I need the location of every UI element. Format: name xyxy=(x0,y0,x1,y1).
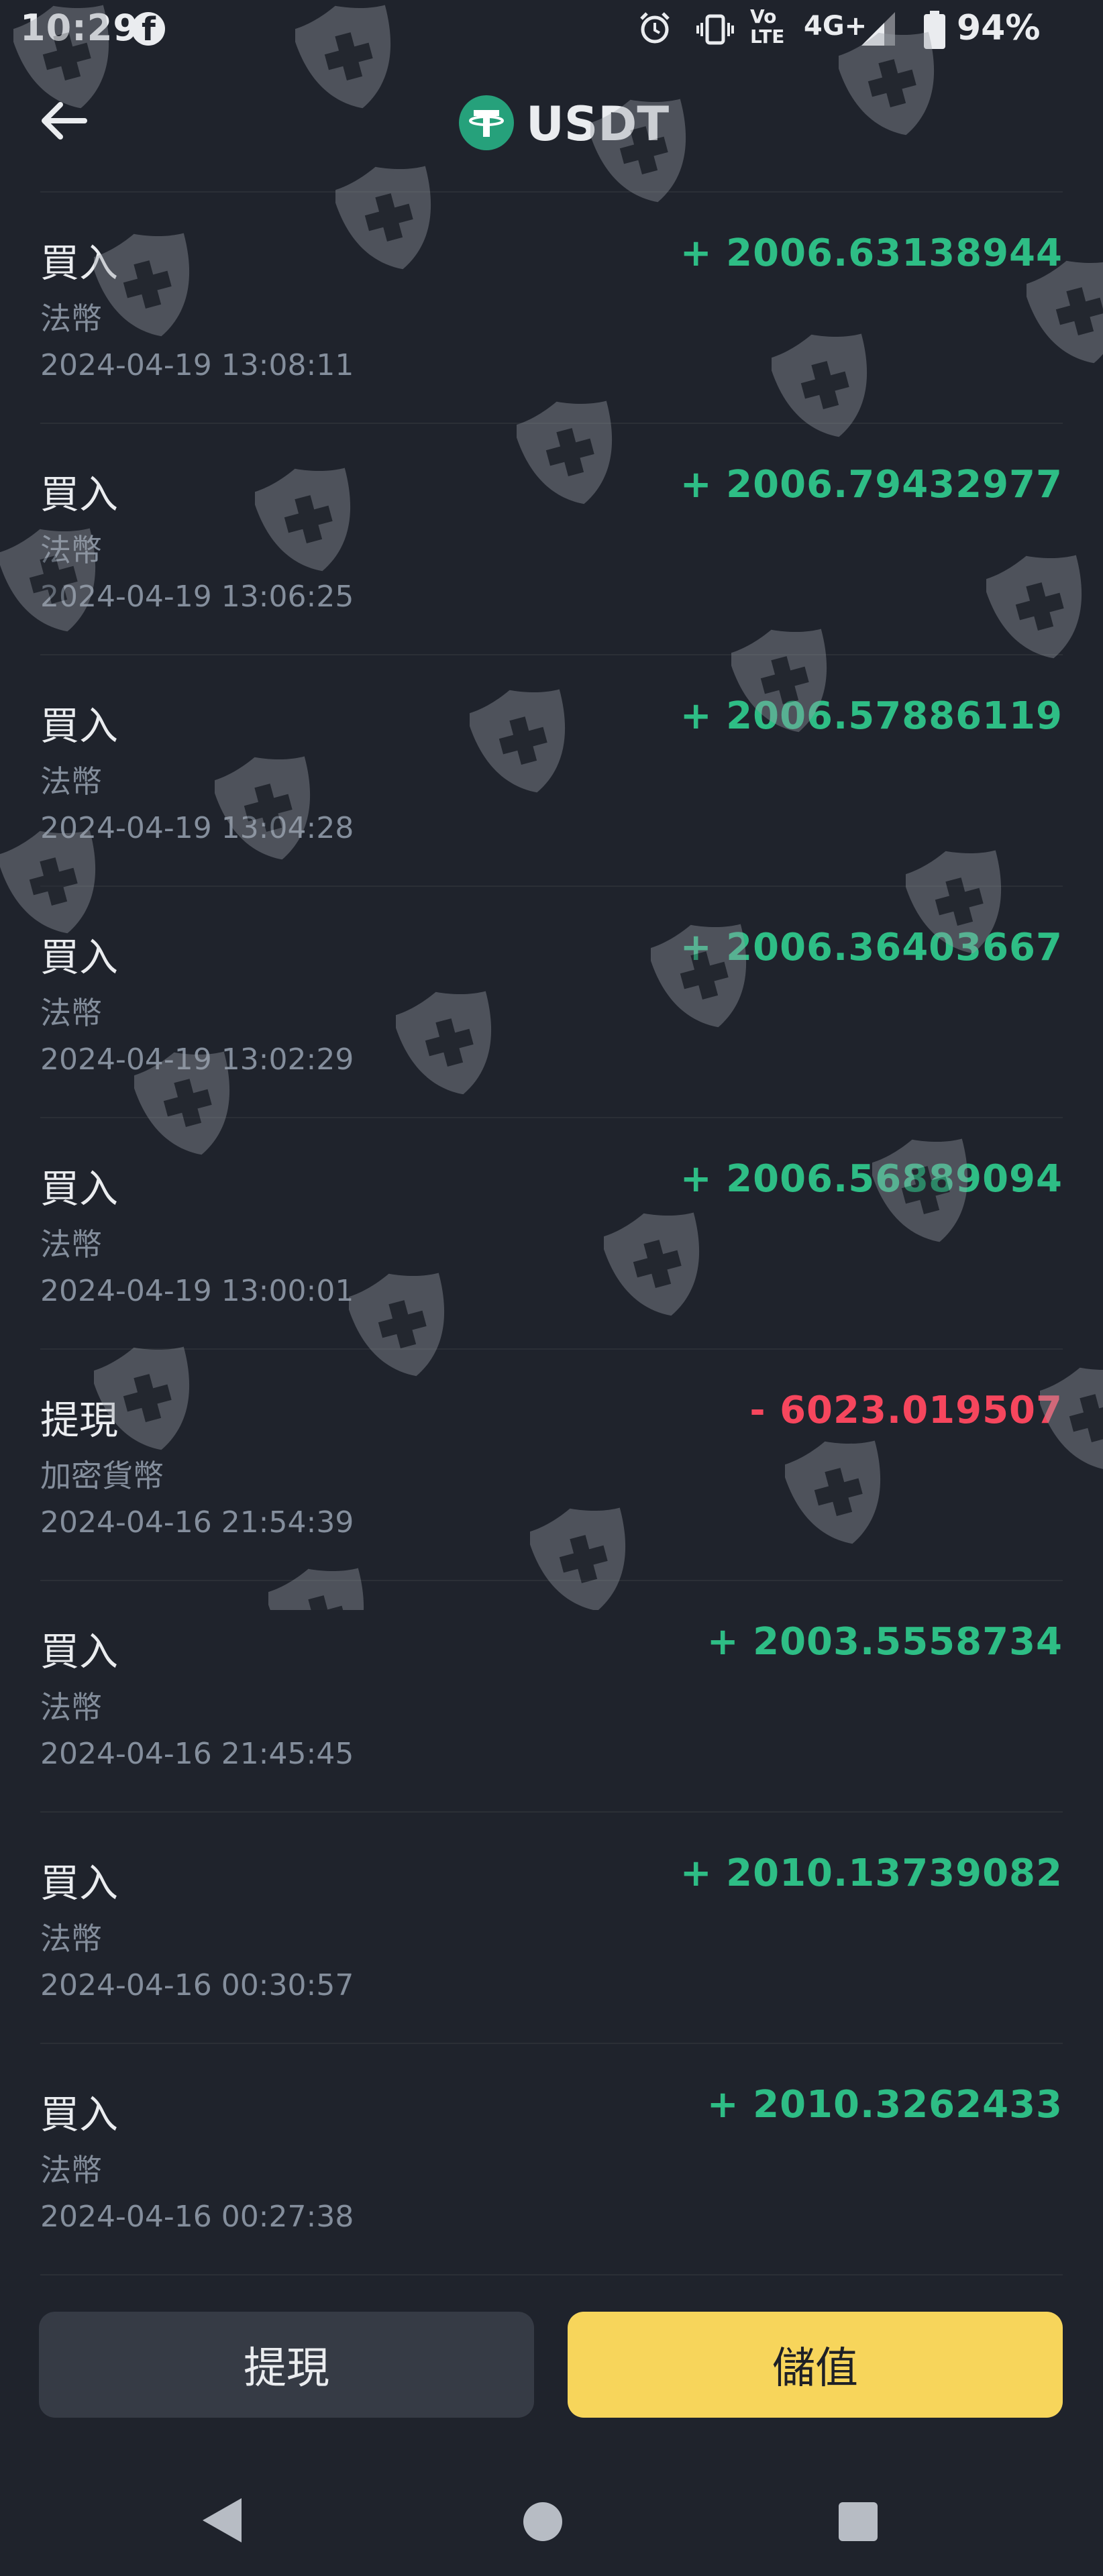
transaction-type: 買入 xyxy=(40,703,119,749)
transaction-amount: + 2006.79432977 xyxy=(680,463,1063,506)
alarm-icon xyxy=(640,12,670,44)
signal-icon xyxy=(861,12,895,46)
transaction-row[interactable]: 買入法幣 2024-04-19 13:06:25 + 2006.79432977 xyxy=(40,423,1063,654)
transaction-category: 法幣 xyxy=(40,1921,102,1957)
transaction-category: 加密貨幣 xyxy=(40,1458,164,1494)
transaction-row[interactable]: 買入法幣 2024-04-16 21:45:45 + 2003.5558734 xyxy=(40,1580,1063,1811)
transaction-row[interactable]: 買入法幣 2024-04-16 00:27:38 + 2010.3262433 xyxy=(40,2043,1063,2274)
transaction-amount: - 6023.019507 xyxy=(749,1389,1063,1432)
tether-icon xyxy=(459,95,514,150)
transaction-time: 2024-04-19 13:00:01 xyxy=(40,1274,354,1308)
transaction-type: 買入 xyxy=(40,934,119,980)
transaction-category: 法幣 xyxy=(40,532,102,568)
transaction-row[interactable]: 買入法幣 2024-04-19 13:08:11 + 2006.63138944 xyxy=(40,191,1063,423)
volte-indicator: Vo LTE xyxy=(750,7,784,47)
transaction-type: 買入 xyxy=(40,240,119,286)
transaction-type: 買入 xyxy=(40,1166,119,1212)
withdraw-button[interactable]: 提現 xyxy=(39,2312,534,2418)
volte-bottom: LTE xyxy=(750,25,785,48)
app-header: USDT xyxy=(0,74,1103,174)
back-arrow-icon[interactable] xyxy=(40,101,87,141)
transaction-time: 2024-04-16 00:27:38 xyxy=(40,2200,354,2234)
transaction-amount: + 2010.13739082 xyxy=(680,1851,1063,1895)
transaction-time: 2024-04-19 13:02:29 xyxy=(40,1042,354,1077)
transaction-category: 法幣 xyxy=(40,763,102,800)
page-title: USDT xyxy=(526,97,670,152)
battery-level: 94% xyxy=(957,8,1041,48)
transaction-amount: + 2006.36403667 xyxy=(680,926,1063,969)
transaction-time: 2024-04-16 00:30:57 xyxy=(40,1968,354,2002)
status-bar: 10:29 f Vo LTE 4G+ 94% xyxy=(0,0,1103,62)
battery-icon xyxy=(924,11,945,49)
nav-recent-apps-icon[interactable] xyxy=(839,2502,878,2541)
transaction-amount: + 2006.57886119 xyxy=(680,694,1063,738)
transaction-row[interactable]: 買入法幣 2024-04-19 13:00:01 + 2006.56889094 xyxy=(40,1117,1063,1348)
transaction-category: 法幣 xyxy=(40,301,102,337)
transaction-category: 法幣 xyxy=(40,1226,102,1263)
list-divider xyxy=(40,2274,1063,2277)
transaction-amount: + 2010.3262433 xyxy=(706,2083,1063,2127)
transaction-type: 買入 xyxy=(40,1629,119,1674)
transaction-row[interactable]: 買入法幣 2024-04-19 13:02:29 + 2006.36403667 xyxy=(40,885,1063,1117)
nav-home-icon[interactable] xyxy=(523,2502,562,2541)
facebook-icon: f xyxy=(132,11,165,48)
transaction-row[interactable]: 買入法幣 2024-04-16 00:30:57 + 2010.13739082 xyxy=(40,1811,1063,2043)
transaction-row[interactable]: 買入法幣 2024-04-19 13:04:28 + 2006.57886119 xyxy=(40,654,1063,885)
nav-back-icon[interactable] xyxy=(199,2496,244,2545)
transaction-amount: + 2003.5558734 xyxy=(706,1620,1063,1664)
volte-top: Vo xyxy=(750,5,777,28)
transaction-time: 2024-04-19 13:04:28 xyxy=(40,811,354,845)
transaction-row[interactable]: 提現加密貨幣 2024-04-16 21:54:39 - 6023.019507 xyxy=(40,1348,1063,1580)
transaction-time: 2024-04-16 21:45:45 xyxy=(40,1737,354,1771)
transaction-category: 法幣 xyxy=(40,2152,102,2188)
deposit-button[interactable]: 儲值 xyxy=(568,2312,1063,2418)
transaction-amount: + 2006.63138944 xyxy=(680,231,1063,275)
transaction-type: 買入 xyxy=(40,2092,119,2137)
transaction-category: 法幣 xyxy=(40,1689,102,1725)
status-time: 10:29 xyxy=(20,7,139,49)
transaction-amount: + 2006.56889094 xyxy=(680,1157,1063,1201)
network-type: 4G+ xyxy=(804,11,868,42)
transaction-time: 2024-04-19 13:08:11 xyxy=(40,348,354,382)
transaction-type: 買入 xyxy=(40,472,119,517)
transaction-time: 2024-04-19 13:06:25 xyxy=(40,580,354,614)
transaction-category: 法幣 xyxy=(40,995,102,1031)
transaction-time: 2024-04-16 21:54:39 xyxy=(40,1505,354,1540)
transaction-type: 提現 xyxy=(40,1397,119,1443)
vibrate-icon xyxy=(696,14,734,45)
system-nav-bar xyxy=(0,2455,1103,2576)
transaction-type: 買入 xyxy=(40,1860,119,1906)
transaction-list: 買入 法幣 2024-04-19 13:08:11 + 2006.63138944 買入… xyxy=(40,191,1063,2277)
